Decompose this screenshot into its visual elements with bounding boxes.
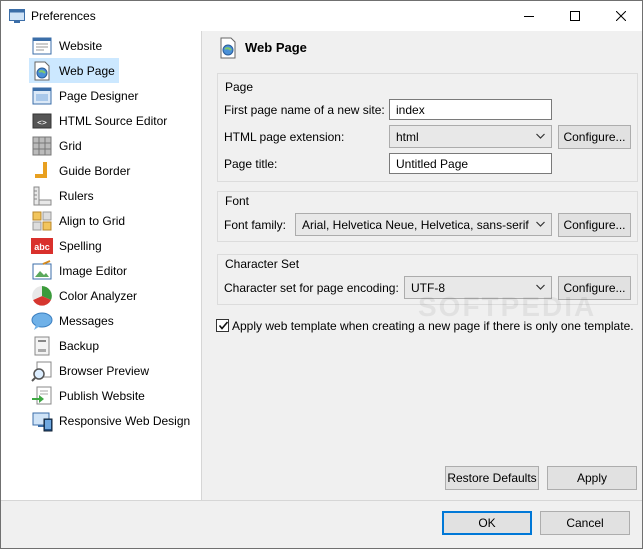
- sidebar-item-label: Publish Website: [59, 388, 145, 403]
- sidebar-item-align-to-grid[interactable]: Align to Grid: [29, 208, 129, 233]
- sidebar-item-color-analyzer[interactable]: Color Analyzer: [29, 283, 141, 308]
- chevron-down-icon: [536, 133, 545, 139]
- web-page-icon: [31, 60, 53, 82]
- page-group: Page First page name of a new site: inde…: [217, 73, 638, 182]
- page-title-input[interactable]: Untitled Page: [389, 153, 552, 174]
- font-family-label: Font family:: [224, 218, 287, 232]
- grid-icon: [31, 135, 53, 157]
- apply-button[interactable]: Apply: [547, 466, 637, 490]
- close-icon: [616, 11, 626, 21]
- sidebar-item-label: Backup: [59, 338, 100, 353]
- website-icon: [31, 35, 53, 57]
- preferences-window: Preferences Website Web Page Page Design…: [0, 0, 643, 549]
- guide-border-icon: [31, 160, 53, 182]
- sidebar-item-browser-preview[interactable]: Browser Preview: [29, 358, 153, 383]
- maximize-icon: [570, 11, 580, 21]
- spelling-icon: abc: [31, 235, 53, 257]
- sidebar-item-label: Grid: [59, 138, 82, 153]
- font-family-select-value: Arial, Helvetica Neue, Helvetica, sans-s…: [302, 218, 529, 232]
- extension-select-value: html: [396, 130, 419, 144]
- sidebar-item-responsive-web-design[interactable]: Responsive Web Design: [29, 408, 194, 433]
- ok-button[interactable]: OK: [442, 511, 532, 535]
- sidebar-item-label: Rulers: [59, 188, 94, 203]
- sidebar-item-label: Image Editor: [59, 263, 128, 278]
- extension-select[interactable]: html: [389, 125, 552, 148]
- color-analyzer-icon: [31, 285, 53, 307]
- page-title-label: Page title:: [224, 157, 278, 171]
- maximize-button[interactable]: [552, 1, 598, 31]
- font-family-select[interactable]: Arial, Helvetica Neue, Helvetica, sans-s…: [295, 213, 552, 236]
- minimize-button[interactable]: [506, 1, 552, 31]
- title-bar: Preferences: [1, 1, 642, 31]
- extension-label: HTML page extension:: [224, 130, 345, 144]
- sidebar-item-website[interactable]: Website: [29, 33, 106, 58]
- sidebar-item-label: Align to Grid: [59, 213, 126, 228]
- encoding-label: Character set for page encoding:: [224, 281, 399, 295]
- font-configure-button[interactable]: Configure...: [558, 213, 631, 237]
- preferences-sidebar: Website Web Page Page Designer <> HTML S…: [1, 31, 202, 500]
- group-title: Page: [225, 80, 254, 94]
- dialog-footer: OK Cancel: [1, 500, 642, 548]
- minimize-icon: [524, 16, 534, 17]
- sidebar-item-guide-border[interactable]: Guide Border: [29, 158, 134, 183]
- sidebar-item-label: HTML Source Editor: [59, 113, 168, 128]
- svg-text:<>: <>: [37, 118, 47, 127]
- sidebar-item-label: Color Analyzer: [59, 288, 138, 303]
- sidebar-item-label: Web Page: [59, 63, 115, 78]
- extension-configure-button[interactable]: Configure...: [558, 125, 631, 149]
- sidebar-item-label: Guide Border: [59, 163, 131, 178]
- sidebar-item-html-source-editor[interactable]: <> HTML Source Editor: [29, 108, 171, 133]
- rulers-icon: [31, 185, 53, 207]
- group-title: Character Set: [225, 257, 300, 271]
- watermark: SOFTPEDIA: [418, 291, 597, 322]
- sidebar-item-image-editor[interactable]: Image Editor: [29, 258, 131, 283]
- sidebar-item-grid[interactable]: Grid: [29, 133, 86, 158]
- sidebar-item-web-page[interactable]: Web Page: [29, 58, 119, 83]
- first-page-label: First page name of a new site:: [224, 103, 385, 117]
- sidebar-item-backup[interactable]: Backup: [29, 333, 103, 358]
- chevron-down-icon: [536, 284, 545, 290]
- content-header: Web Page: [203, 31, 642, 65]
- content-panel: Web Page Page First page name of a new s…: [203, 31, 642, 500]
- browser-preview-icon: [31, 360, 53, 382]
- sidebar-item-label: Website: [59, 38, 103, 53]
- close-button[interactable]: [598, 1, 643, 31]
- apply-template-checkbox[interactable]: [216, 319, 229, 332]
- font-group: Font Font family: Arial, Helvetica Neue,…: [217, 191, 638, 242]
- sidebar-item-label: Responsive Web Design: [59, 413, 191, 428]
- spelling-icon-text: abc: [34, 242, 50, 252]
- web-page-icon: [220, 37, 236, 59]
- page-designer-icon: [31, 85, 53, 107]
- preferences-app-icon: [9, 9, 25, 23]
- restore-defaults-button[interactable]: Restore Defaults: [445, 466, 539, 490]
- sidebar-item-label: Spelling: [59, 238, 102, 253]
- checkmark-icon: [218, 321, 229, 330]
- messages-icon: [31, 310, 53, 332]
- cancel-button[interactable]: Cancel: [540, 511, 630, 535]
- backup-icon: [31, 335, 53, 357]
- sidebar-item-page-designer[interactable]: Page Designer: [29, 83, 142, 108]
- window-title: Preferences: [31, 9, 96, 23]
- sidebar-item-label: Browser Preview: [59, 363, 150, 378]
- html-source-editor-icon: <>: [31, 110, 53, 132]
- align-to-grid-icon: [31, 210, 53, 232]
- chevron-down-icon: [536, 221, 545, 227]
- sidebar-item-label: Page Designer: [59, 88, 139, 103]
- sidebar-item-messages[interactable]: Messages: [29, 308, 118, 333]
- page-title: Web Page: [245, 40, 307, 55]
- sidebar-item-label: Messages: [59, 313, 114, 328]
- responsive-web-design-icon: [31, 410, 53, 432]
- group-title: Font: [225, 194, 250, 208]
- first-page-name-input[interactable]: index: [389, 99, 552, 120]
- image-editor-icon: [31, 259, 53, 282]
- publish-website-icon: [31, 385, 53, 407]
- sidebar-item-publish-website[interactable]: Publish Website: [29, 383, 149, 408]
- sidebar-item-rulers[interactable]: Rulers: [29, 183, 98, 208]
- sidebar-item-spelling[interactable]: abc Spelling: [29, 233, 106, 258]
